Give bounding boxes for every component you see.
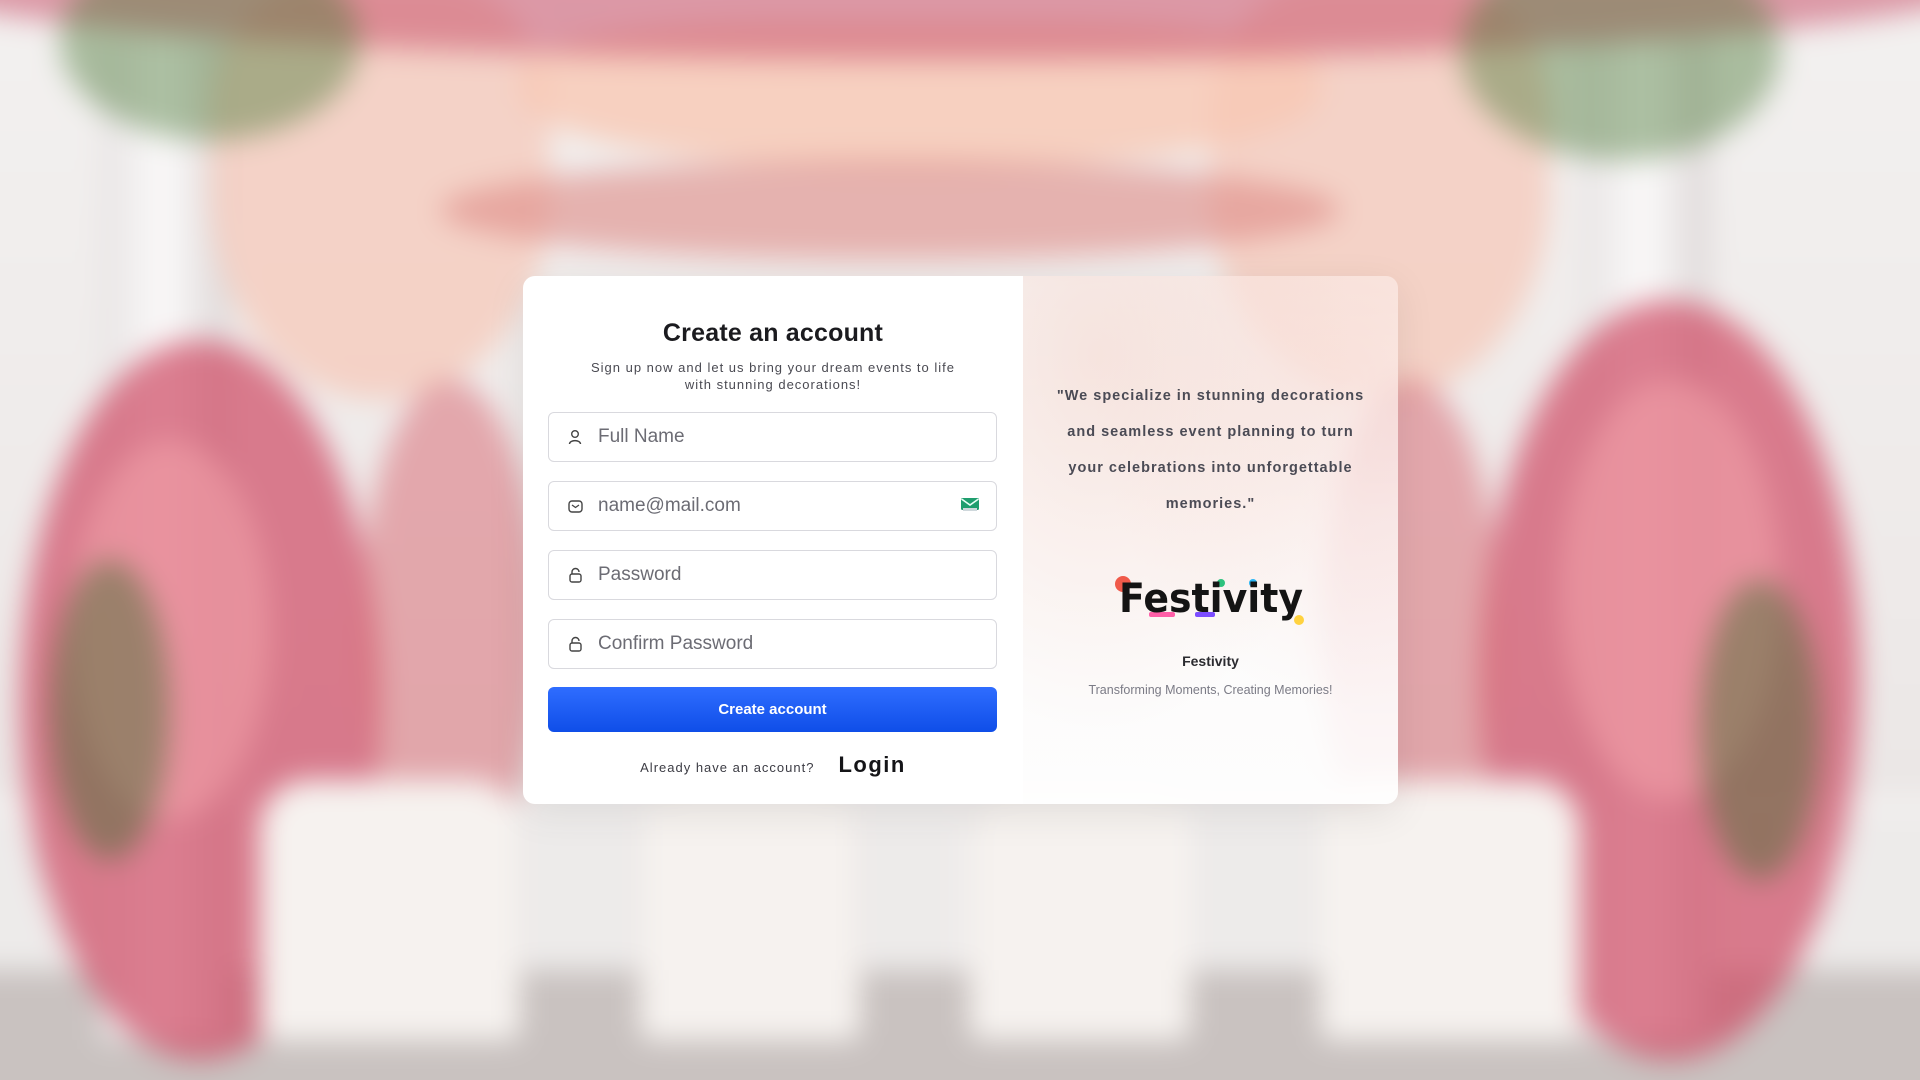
email-field[interactable] [548, 481, 997, 531]
password-input[interactable] [598, 551, 996, 599]
full-name-field[interactable] [548, 412, 997, 462]
login-prompt-row: Already have an account? Login [523, 752, 1023, 778]
svg-text:Festivity: Festivity [1119, 576, 1303, 622]
page-subtitle: Sign up now and let us bring your dream … [590, 360, 955, 392]
user-icon [565, 427, 585, 447]
login-link[interactable]: Login [838, 752, 905, 778]
lock-icon [565, 634, 585, 654]
brand-name: Festivity [1182, 653, 1239, 669]
full-name-input[interactable] [598, 413, 996, 461]
signup-form: Create an account Sign up now and let us… [523, 276, 1023, 804]
signup-card: Create an account Sign up now and let us… [523, 276, 1398, 804]
mail-icon [565, 496, 585, 516]
autofill-mail-icon[interactable] [960, 497, 982, 515]
password-field[interactable] [548, 550, 997, 600]
brand-tagline: Transforming Moments, Creating Memories! [1088, 683, 1333, 697]
page-title: Create an account [662, 319, 884, 347]
email-input[interactable] [598, 482, 960, 530]
login-prompt-text: Already have an account? [640, 760, 815, 775]
confirm-password-input[interactable] [598, 620, 996, 668]
festivity-logo: Festivity [1115, 576, 1304, 625]
company-quote: "We specialize in stunning decorations a… [1056, 388, 1365, 512]
confirm-password-field[interactable] [548, 619, 997, 669]
create-account-button[interactable]: Create account [548, 687, 997, 732]
lock-icon [565, 565, 585, 585]
info-panel: "We specialize in stunning decorations a… [1023, 276, 1398, 804]
